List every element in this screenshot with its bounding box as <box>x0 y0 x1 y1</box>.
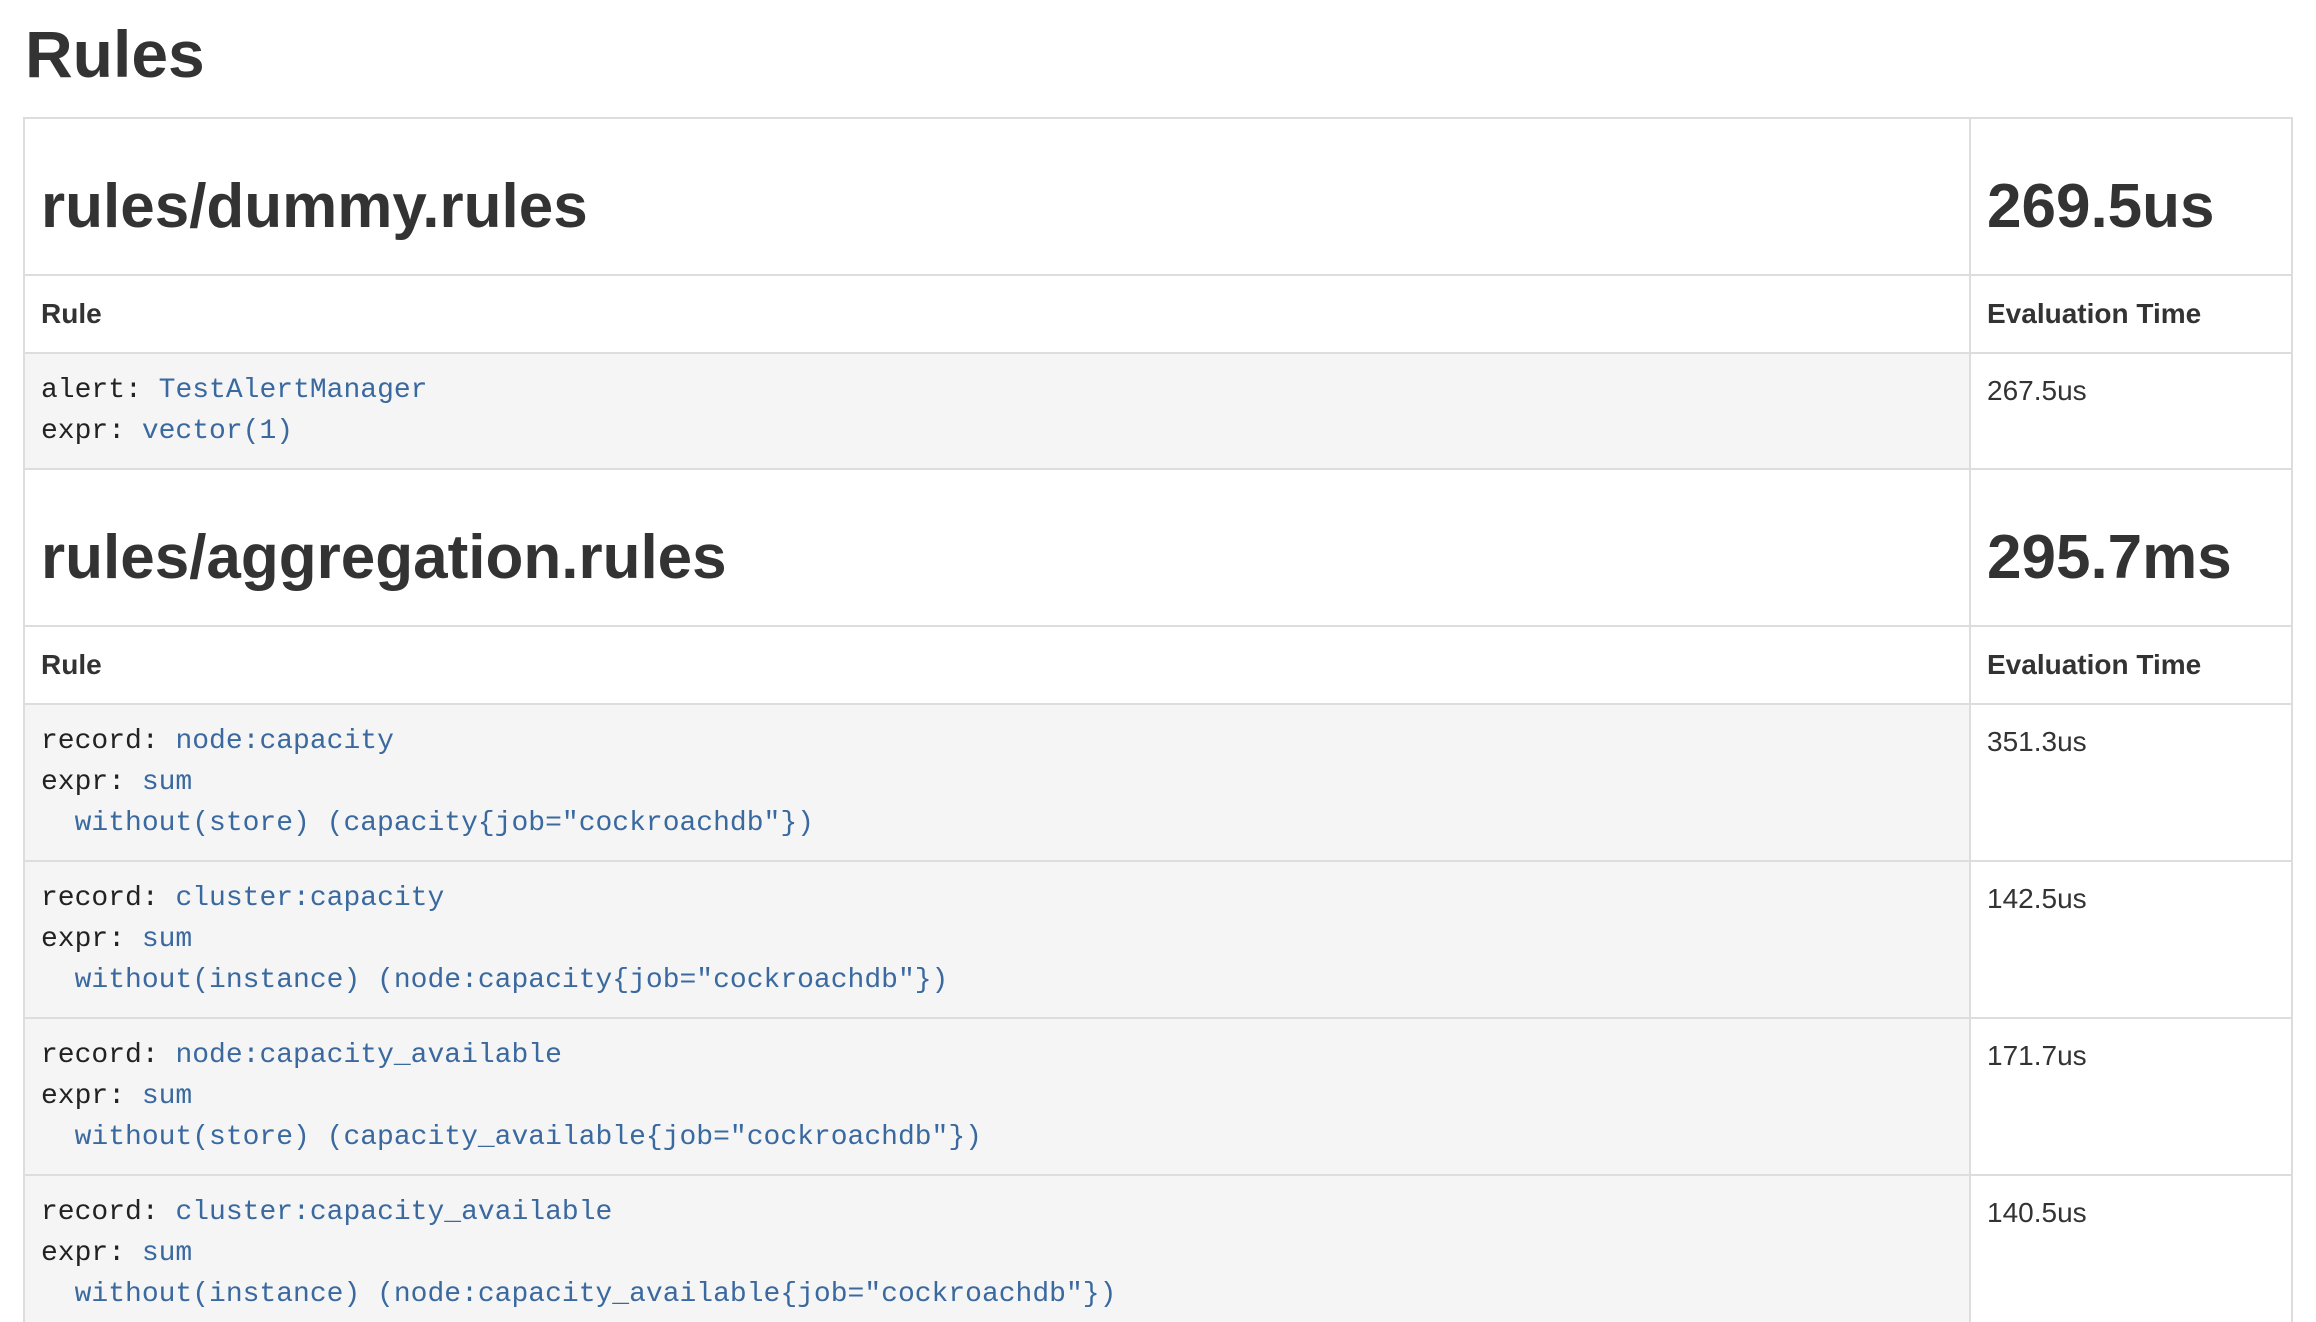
rule-group-file: rules/aggregation.rules <box>41 524 1953 591</box>
rule-row: alert: TestAlertManager expr: vector(1) … <box>24 353 2292 469</box>
rule-group-header-row: rules/aggregation.rules 295.7ms <box>24 469 2292 626</box>
rule-code-link[interactable]: TestAlertManager <box>159 375 428 406</box>
rule-group-file: rules/dummy.rules <box>41 173 1953 240</box>
rule-code-label: expr: <box>41 1238 125 1269</box>
rule-group-eval-time-cell: 269.5us <box>1970 118 2292 275</box>
rule-code-label: record: <box>41 1040 159 1071</box>
rule-definition: record: node:capacity_available expr: su… <box>41 1035 1953 1158</box>
rule-code-link[interactable]: node:capacity <box>175 726 393 757</box>
rule-eval-time: 142.5us <box>1970 861 2292 1018</box>
rule-code-label: expr: <box>41 416 125 447</box>
rule-code-link[interactable]: node:capacity_available <box>175 1040 561 1071</box>
rule-code-label: expr: <box>41 767 125 798</box>
rule-eval-time: 267.5us <box>1970 353 2292 469</box>
rule-code-link[interactable]: without(store) (capacity{job="cockroachd… <box>41 808 814 839</box>
rule-code-link[interactable]: sum <box>142 767 192 798</box>
rule-definition: record: node:capacity expr: sum without(… <box>41 721 1953 844</box>
rule-definition: record: cluster:capacity expr: sum witho… <box>41 878 1953 1001</box>
rule-definition: record: cluster:capacity_available expr:… <box>41 1192 1953 1315</box>
rule-row: record: cluster:capacity expr: sum witho… <box>24 861 2292 1018</box>
rule-group-file-cell: rules/aggregation.rules <box>24 469 1970 626</box>
rule-code-label: record: <box>41 726 159 757</box>
rule-row: record: node:capacity_available expr: su… <box>24 1018 2292 1175</box>
rule-column-header: Rule <box>24 275 1970 353</box>
rules-page: Rules rules/dummy.rules 269.5us Rule Eva… <box>0 0 2316 1322</box>
column-header-row: Rule Evaluation Time <box>24 275 2292 353</box>
rule-eval-time: 140.5us <box>1970 1175 2292 1322</box>
rule-code-label: expr: <box>41 924 125 955</box>
rule-code-label: alert: <box>41 375 142 406</box>
rule-code-label: expr: <box>41 1081 125 1112</box>
evaluation-time-column-header: Evaluation Time <box>1970 626 2292 704</box>
rule-code-link[interactable]: without(instance) (node:capacity{job="co… <box>41 965 948 996</box>
rule-code-link[interactable]: sum <box>142 924 192 955</box>
rule-code-label: record: <box>41 1197 159 1228</box>
rule-code-label: record: <box>41 883 159 914</box>
rule-definition-cell: alert: TestAlertManager expr: vector(1) <box>24 353 1970 469</box>
evaluation-time-column-header: Evaluation Time <box>1970 275 2292 353</box>
rule-code-link[interactable]: sum <box>142 1081 192 1112</box>
rule-code-link[interactable]: without(instance) (node:capacity_availab… <box>41 1279 1116 1310</box>
rule-group-eval-time: 295.7ms <box>1987 524 2275 591</box>
rule-code-link[interactable]: cluster:capacity <box>175 883 444 914</box>
page-title: Rules <box>23 18 2293 91</box>
column-header-row: Rule Evaluation Time <box>24 626 2292 704</box>
rules-table: rules/dummy.rules 269.5us Rule Evaluatio… <box>23 117 2293 1322</box>
rule-code-link[interactable]: without(store) (capacity_available{job="… <box>41 1122 982 1153</box>
rule-definition-cell: record: node:capacity expr: sum without(… <box>24 704 1970 861</box>
rule-definition-cell: record: node:capacity_available expr: su… <box>24 1018 1970 1175</box>
rule-row: record: node:capacity expr: sum without(… <box>24 704 2292 861</box>
rule-group-file-cell: rules/dummy.rules <box>24 118 1970 275</box>
rule-definition: alert: TestAlertManager expr: vector(1) <box>41 370 1953 452</box>
rule-eval-time: 171.7us <box>1970 1018 2292 1175</box>
rule-group-eval-time: 269.5us <box>1987 173 2275 240</box>
rule-eval-time: 351.3us <box>1970 704 2292 861</box>
rule-definition-cell: record: cluster:capacity_available expr:… <box>24 1175 1970 1322</box>
rule-code-link[interactable]: cluster:capacity_available <box>175 1197 612 1228</box>
rule-code-link[interactable]: vector(1) <box>142 416 293 447</box>
rule-group-eval-time-cell: 295.7ms <box>1970 469 2292 626</box>
rule-column-header: Rule <box>24 626 1970 704</box>
rule-definition-cell: record: cluster:capacity expr: sum witho… <box>24 861 1970 1018</box>
rule-row: record: cluster:capacity_available expr:… <box>24 1175 2292 1322</box>
rule-group-header-row: rules/dummy.rules 269.5us <box>24 118 2292 275</box>
rule-code-link[interactable]: sum <box>142 1238 192 1269</box>
